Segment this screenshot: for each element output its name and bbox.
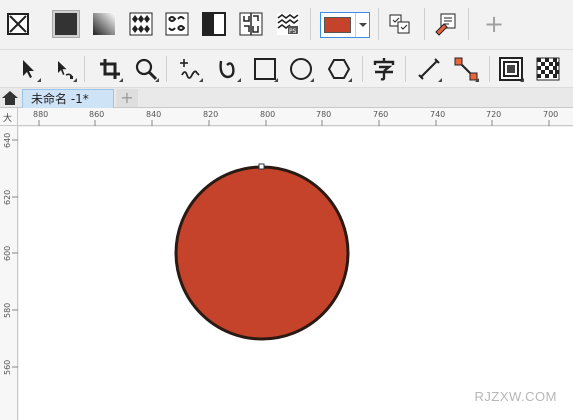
polygon-tool-button[interactable] [325,55,353,83]
ruler-label: 800 [260,110,276,119]
ruler-label: 820 [203,110,219,119]
bitmap-pattern-fill-button[interactable] [163,10,191,38]
ruler-label: 780 [316,110,332,119]
chevron-down-icon [355,13,369,37]
texture-fill-button[interactable] [237,10,265,38]
home-button[interactable] [0,88,20,108]
selection-node-handle[interactable] [258,163,265,170]
ruler-origin[interactable]: 大 [0,108,18,126]
ruler-label: 740 [430,110,446,119]
ruler-label: 720 [486,110,502,119]
postscript-fill-icon: PS [277,13,299,35]
fill-color-dropdown[interactable] [320,12,370,38]
corel-window: PS + 未命名 -1* + 大 880 860 840 820 800 780… [0,0,573,420]
uniform-fill-button[interactable] [52,10,80,38]
separator [424,8,425,40]
fountain-fill-icon [93,13,115,35]
ruler-label: 620 [3,189,12,205]
dimension-tool-button[interactable] [415,55,443,83]
no-fill-button[interactable] [4,10,32,38]
vertical-ruler[interactable]: 640 620 600 580 560 [0,126,18,420]
artistic-media-tool-button[interactable] [214,55,242,83]
ruler-label: 640 [3,132,12,148]
freehand-tool-button[interactable] [176,55,204,83]
attributes-eyedropper-button[interactable] [431,10,459,38]
fountain-fill-button[interactable] [90,10,118,38]
ruler-label: 840 [146,110,162,119]
crop-tool-button[interactable] [96,55,124,83]
ellipse-tool-button[interactable] [287,55,315,83]
attributes-eyedropper-icon [435,13,456,36]
separator [378,8,379,40]
texture-fill-icon [239,12,263,36]
red-circle-shape[interactable] [174,165,350,341]
rectangle-tool-button[interactable] [251,55,279,83]
separator [362,56,363,82]
ruler-label: 880 [33,110,49,119]
fill-color-swatch [324,17,351,33]
transparency-checker-icon [536,57,560,81]
color-eyedropper-button[interactable] [386,10,414,38]
text-tool-button[interactable] [370,55,398,83]
separator [405,56,406,82]
pick-tool-button[interactable] [14,55,42,83]
separator [84,56,85,82]
shape-tool-button[interactable] [50,55,78,83]
home-icon [2,91,18,105]
separator [166,56,167,82]
vector-pattern-fill-icon [129,12,153,36]
separator [468,8,469,40]
svg-text:PS: PS [289,28,297,35]
ruler-label: 580 [3,302,12,318]
ruler-label: 760 [373,110,389,119]
connector-tool-button[interactable] [452,55,480,83]
no-fill-icon [7,13,29,35]
text-char-icon [373,58,395,81]
transparency-tool-button[interactable] [534,55,562,83]
drawing-canvas[interactable]: RJZXW.COM [19,127,573,420]
zoom-tool-button[interactable] [132,55,160,83]
canvas-svg [174,163,350,341]
separator [310,8,311,40]
horizontal-ruler[interactable]: 880 860 840 820 800 780 760 740 720 700 [18,108,573,126]
ruler-ticks [12,139,18,368]
drop-shadow-tool-button[interactable] [497,55,525,83]
postscript-fill-button[interactable]: PS [274,10,302,38]
ruler-label: 700 [543,110,559,119]
ruler-label: 560 [3,359,12,375]
ruler-corner-label: 大 [3,114,13,124]
fill-toolbar: PS + [0,0,573,50]
toolbox [0,50,573,88]
color-eyedropper-icon [389,14,410,34]
add-tab-button[interactable]: + [116,89,138,107]
two-color-pattern-fill-button[interactable] [200,10,228,38]
document-tab-bar: 未命名 -1* + [0,88,573,108]
bitmap-pattern-fill-icon [165,12,189,36]
ruler-label: 600 [3,245,12,261]
tab-document[interactable]: 未命名 -1* [22,89,114,108]
watermark: RJZXW.COM [474,389,557,404]
two-color-pattern-fill-icon [202,12,226,36]
vector-pattern-fill-button[interactable] [127,10,155,38]
add-tool-button[interactable]: + [480,10,508,38]
ruler-label: 860 [89,110,105,119]
separator [489,56,490,82]
uniform-fill-icon [55,13,77,35]
